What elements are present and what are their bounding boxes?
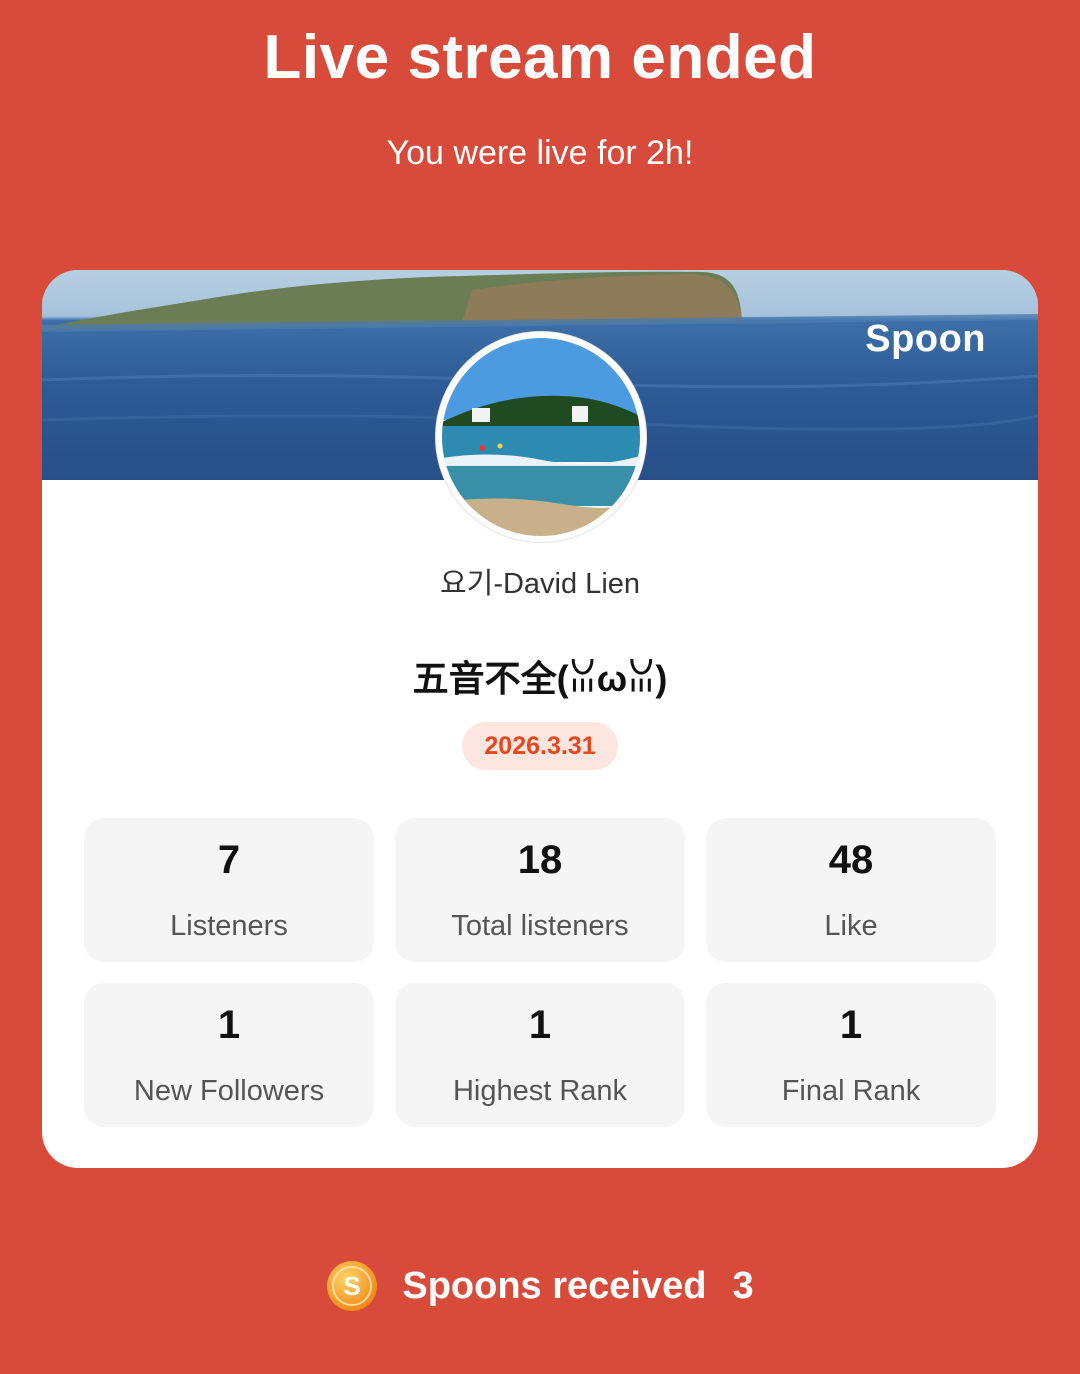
live-duration-text: You were live for 2h! bbox=[386, 134, 694, 172]
date-badge: 2026.3.31 bbox=[462, 722, 618, 770]
stat-final-rank: 1 Final Rank bbox=[706, 983, 996, 1127]
stat-total-listeners: 18 Total listeners bbox=[395, 818, 685, 962]
stat-label: Like bbox=[824, 910, 878, 942]
spoons-received-row: S Spoons received 3 bbox=[0, 1258, 1080, 1314]
spoons-received-label: Spoons received bbox=[402, 1264, 707, 1307]
stats-grid: 7 Listeners 18 Total listeners 48 Like 1… bbox=[84, 818, 996, 1127]
avatar[interactable] bbox=[436, 332, 646, 542]
stat-label: Highest Rank bbox=[452, 1075, 628, 1107]
stat-new-followers: 1 New Followers bbox=[84, 983, 374, 1127]
stat-value: 18 bbox=[517, 838, 563, 882]
spoon-logo: Spoon bbox=[865, 318, 986, 360]
username: 요기-David Lien bbox=[439, 568, 641, 600]
page-title: Live stream ended bbox=[263, 23, 817, 92]
stat-like: 48 Like bbox=[706, 818, 996, 962]
stat-value: 1 bbox=[217, 1003, 241, 1047]
stat-value: 48 bbox=[828, 838, 874, 882]
spoon-coin-icon: S bbox=[327, 1261, 378, 1311]
stream-title: 五音不全(ꈍωꈍ) bbox=[412, 658, 668, 699]
stat-label: Total listeners bbox=[451, 910, 629, 942]
live-ended-screen: Live stream ended You were live for 2h! … bbox=[0, 0, 1080, 1374]
stat-value: 1 bbox=[528, 1003, 552, 1047]
stat-highest-rank: 1 Highest Rank bbox=[395, 983, 685, 1127]
stat-label: New Followers bbox=[133, 1075, 325, 1107]
svg-text:S: S bbox=[344, 1271, 361, 1301]
stream-summary-card: Spoon 요기-David Lien 五音不全(ꈍωꈍ) 2026.3.31 … bbox=[42, 270, 1038, 1168]
stat-label: Final Rank bbox=[781, 1075, 921, 1107]
stat-value: 1 bbox=[839, 1003, 863, 1047]
stat-label: Listeners bbox=[170, 910, 288, 942]
spoons-received-count: 3 bbox=[732, 1264, 754, 1307]
stat-listeners: 7 Listeners bbox=[84, 818, 374, 962]
stat-value: 7 bbox=[217, 838, 241, 882]
avatar-beach-image bbox=[442, 338, 640, 536]
